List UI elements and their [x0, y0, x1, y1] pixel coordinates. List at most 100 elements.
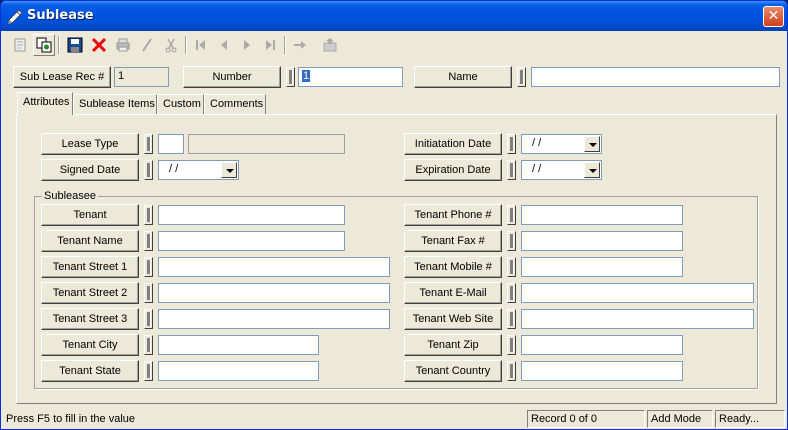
- expiration-date-button[interactable]: Expiration Date: [404, 159, 502, 181]
- tenant-email-input[interactable]: [521, 283, 754, 303]
- tenant-country-label: Tenant Country: [415, 365, 491, 377]
- tenant-name-grip-handle[interactable]: [144, 231, 153, 251]
- initiation-date-button[interactable]: Initiatation Date: [404, 133, 502, 155]
- tenant-city-grip-handle[interactable]: [144, 335, 153, 355]
- tenant-phone-button[interactable]: Tenant Phone #: [404, 204, 502, 226]
- chevron-down-icon[interactable]: [221, 162, 237, 178]
- number-input-value: 1: [302, 70, 311, 82]
- new-record-button[interactable]: [9, 34, 31, 56]
- tenant-street-1-grip-handle[interactable]: [144, 257, 153, 277]
- number-input[interactable]: 1: [298, 67, 403, 87]
- next-record-icon: [244, 40, 250, 50]
- tenant-button[interactable]: Tenant: [41, 204, 139, 226]
- copy-record-icon: [36, 37, 52, 53]
- first-record-button[interactable]: [190, 34, 212, 56]
- next-record-button[interactable]: [236, 34, 258, 56]
- tenant-street-2-input[interactable]: [158, 283, 390, 303]
- name-label[interactable]: Name: [414, 66, 512, 88]
- number-label[interactable]: Number: [183, 66, 281, 88]
- tenant-street-3-grip-handle[interactable]: [144, 309, 153, 329]
- chevron-down-icon[interactable]: [584, 162, 600, 178]
- tenant-mobile-button[interactable]: Tenant Mobile #: [404, 256, 502, 278]
- tenant-state-label: Tenant State: [59, 365, 121, 377]
- tenant-phone-grip-handle[interactable]: [507, 205, 516, 225]
- signed-date-label: Signed Date: [59, 164, 121, 176]
- tenant-street-2-button[interactable]: Tenant Street 2: [41, 282, 139, 304]
- cut-button[interactable]: [160, 34, 182, 56]
- tab-comments[interactable]: Comments: [204, 94, 266, 114]
- tenant-zip-input[interactable]: [521, 335, 683, 355]
- tenant-fax-input[interactable]: [521, 231, 683, 251]
- tenant-mobile-grip-handle[interactable]: [507, 257, 516, 277]
- tenant-street-3-button[interactable]: Tenant Street 3: [41, 308, 139, 330]
- chevron-down-icon[interactable]: [584, 136, 600, 152]
- name-input[interactable]: [531, 67, 780, 87]
- tenant-name-input[interactable]: [158, 231, 345, 251]
- lease-type-button[interactable]: Lease Type: [41, 133, 139, 155]
- tenant-zip-button[interactable]: Tenant Zip: [404, 334, 502, 356]
- tenant-grip-handle[interactable]: [144, 205, 153, 225]
- tenant-input[interactable]: [158, 205, 345, 225]
- title-bar[interactable]: Sublease ✕: [1, 1, 787, 31]
- sub-lease-rec-label-text: Sub Lease Rec #: [19, 71, 105, 83]
- tenant-state-grip-handle[interactable]: [144, 361, 153, 381]
- sub-lease-rec-label[interactable]: Sub Lease Rec #: [13, 66, 111, 88]
- delete-button[interactable]: [88, 34, 110, 56]
- tenant-web-site-grip-handle[interactable]: [507, 309, 516, 329]
- toolbar-separator: [58, 36, 60, 54]
- tenant-phone-input[interactable]: [521, 205, 683, 225]
- close-button[interactable]: ✕: [763, 6, 784, 27]
- tenant-web-site-input[interactable]: [521, 309, 754, 329]
- tab-attributes[interactable]: Attributes: [17, 92, 73, 115]
- tenant-street-2-grip-handle[interactable]: [144, 283, 153, 303]
- export-button[interactable]: [319, 34, 341, 56]
- lease-type-code-input[interactable]: [158, 134, 184, 154]
- number-grip-handle[interactable]: [286, 67, 295, 87]
- tenant-country-input[interactable]: [521, 361, 683, 381]
- print-button[interactable]: [112, 34, 134, 56]
- tenant-city-input[interactable]: [158, 335, 319, 355]
- initiation-date-grip-handle[interactable]: [507, 134, 516, 154]
- tenant-street-3-input[interactable]: [158, 309, 390, 329]
- tenant-street-1-input[interactable]: [158, 257, 390, 277]
- copy-record-button[interactable]: [33, 34, 55, 56]
- initiation-date-picker[interactable]: / /: [521, 134, 602, 154]
- last-record-icon: [266, 40, 275, 50]
- toolbar-separator: [284, 36, 286, 54]
- tenant-city-button[interactable]: Tenant City: [41, 334, 139, 356]
- tenant-email-label: Tenant E-Mail: [419, 287, 487, 299]
- tenant-state-button[interactable]: Tenant State: [41, 360, 139, 382]
- edit-button[interactable]: [136, 34, 158, 56]
- tenant-country-grip-handle[interactable]: [507, 361, 516, 381]
- tenant-email-grip-handle[interactable]: [507, 283, 516, 303]
- tenant-zip-grip-handle[interactable]: [507, 335, 516, 355]
- tenant-email-button[interactable]: Tenant E-Mail: [404, 282, 502, 304]
- lease-type-grip-handle[interactable]: [144, 134, 153, 154]
- tenant-country-button[interactable]: Tenant Country: [404, 360, 502, 382]
- previous-record-button[interactable]: [213, 34, 235, 56]
- number-label-text: Number: [212, 71, 252, 83]
- save-button[interactable]: [64, 34, 86, 56]
- expiration-date-picker[interactable]: / /: [521, 160, 602, 180]
- tenant-name-label: Tenant Name: [57, 235, 123, 247]
- tab-sublease-items[interactable]: Sublease Items: [73, 94, 157, 114]
- signed-date-button[interactable]: Signed Date: [41, 159, 139, 181]
- tenant-name-button[interactable]: Tenant Name: [41, 230, 139, 252]
- name-label-text: Name: [448, 71, 478, 83]
- signed-date-grip-handle[interactable]: [144, 160, 153, 180]
- tenant-web-site-button[interactable]: Tenant Web Site: [404, 308, 502, 330]
- go-to-button[interactable]: [289, 34, 311, 56]
- name-grip-handle[interactable]: [517, 67, 526, 87]
- tenant-street-1-button[interactable]: Tenant Street 1: [41, 256, 139, 278]
- tenant-fax-button[interactable]: Tenant Fax #: [404, 230, 502, 252]
- tenant-fax-label: Tenant Fax #: [421, 235, 485, 247]
- tenant-mobile-input[interactable]: [521, 257, 683, 277]
- expiration-date-grip-handle[interactable]: [507, 160, 516, 180]
- tenant-label: Tenant: [73, 209, 107, 221]
- toolbar-separator: [185, 36, 187, 54]
- tab-custom[interactable]: Custom: [157, 94, 204, 114]
- tenant-state-input[interactable]: [158, 361, 319, 381]
- signed-date-picker[interactable]: / /: [158, 160, 239, 180]
- tenant-fax-grip-handle[interactable]: [507, 231, 516, 251]
- last-record-button[interactable]: [259, 34, 281, 56]
